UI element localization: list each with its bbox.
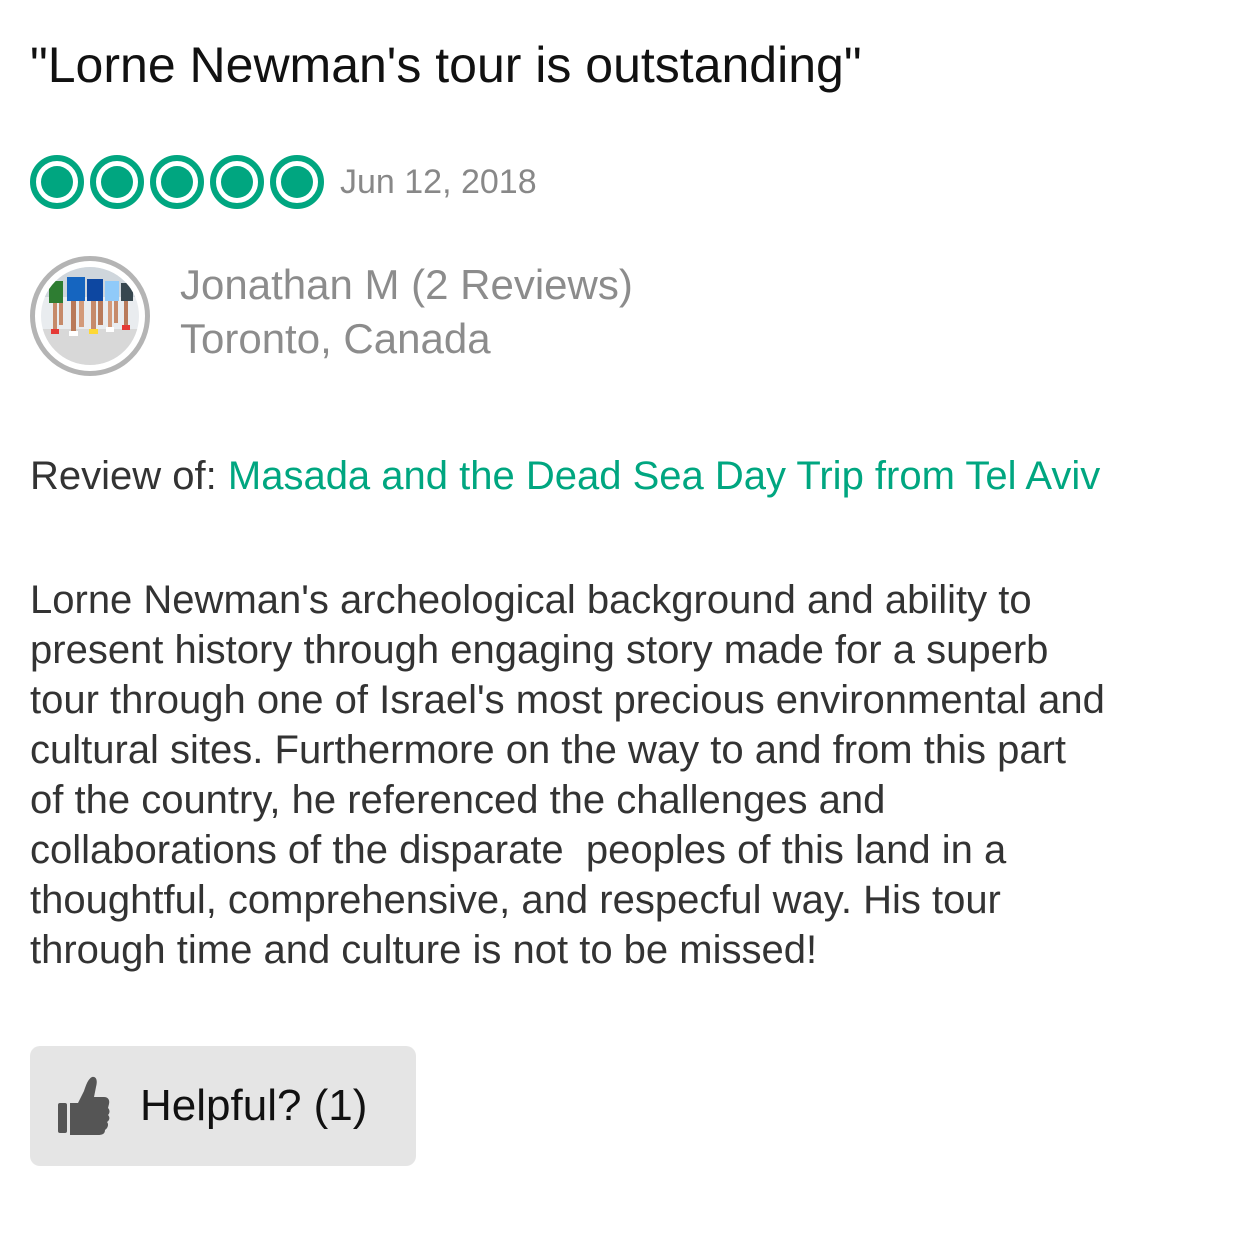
review-of-label: Review of: bbox=[30, 454, 217, 498]
helpful-button[interactable]: Helpful? (1) bbox=[30, 1046, 416, 1166]
review-text-line: Lorne Newman's archeological background … bbox=[30, 578, 1032, 622]
rating-bubble-icon bbox=[30, 155, 84, 209]
reviewer-block[interactable]: Jonathan M (2 Reviews) Toronto, Canada bbox=[30, 256, 633, 376]
runners-photo-icon bbox=[41, 267, 139, 365]
rating-bubble-icon bbox=[90, 155, 144, 209]
rating-row: Jun 12, 2018 bbox=[30, 152, 537, 212]
review-date: Jun 12, 2018 bbox=[340, 163, 537, 201]
review-text-line: cultural sites. Furthermore on the way t… bbox=[30, 728, 1066, 772]
reviewer-name[interactable]: Jonathan M (2 Reviews) bbox=[180, 258, 633, 312]
reviewer-location: Toronto, Canada bbox=[180, 315, 491, 362]
review-text-line: present history through engaging story m… bbox=[30, 628, 1049, 672]
bubble-rating bbox=[30, 155, 330, 209]
review-text-line: of the country, he referenced the challe… bbox=[30, 778, 886, 822]
helpful-label: Helpful? (1) bbox=[140, 1081, 368, 1130]
rating-bubble-icon bbox=[270, 155, 324, 209]
reviewer-info: Jonathan M (2 Reviews) Toronto, Canada bbox=[180, 258, 633, 366]
review-text-line: thoughtful, comprehensive, and respecful… bbox=[30, 878, 1001, 922]
rating-bubble-icon bbox=[210, 155, 264, 209]
review-text: Lorne Newman's archeological background … bbox=[30, 575, 1220, 975]
attraction-link[interactable]: Masada and the Dead Sea Day Trip from Te… bbox=[228, 454, 1100, 498]
review-card: "Lorne Newman's tour is outstanding" Jun… bbox=[0, 0, 1242, 1235]
review-text-line: through time and culture is not to be mi… bbox=[30, 928, 818, 972]
avatar[interactable] bbox=[30, 256, 150, 376]
review-text-line: collaborations of the disparate peoples … bbox=[30, 828, 1007, 872]
rating-bubble-icon bbox=[150, 155, 204, 209]
review-of: Review of: Masada and the Dead Sea Day T… bbox=[30, 448, 1100, 504]
review-text-line: tour through one of Israel's most precio… bbox=[30, 678, 1105, 722]
thumbs-up-icon bbox=[58, 1076, 110, 1135]
review-title: "Lorne Newman's tour is outstanding" bbox=[30, 37, 862, 93]
